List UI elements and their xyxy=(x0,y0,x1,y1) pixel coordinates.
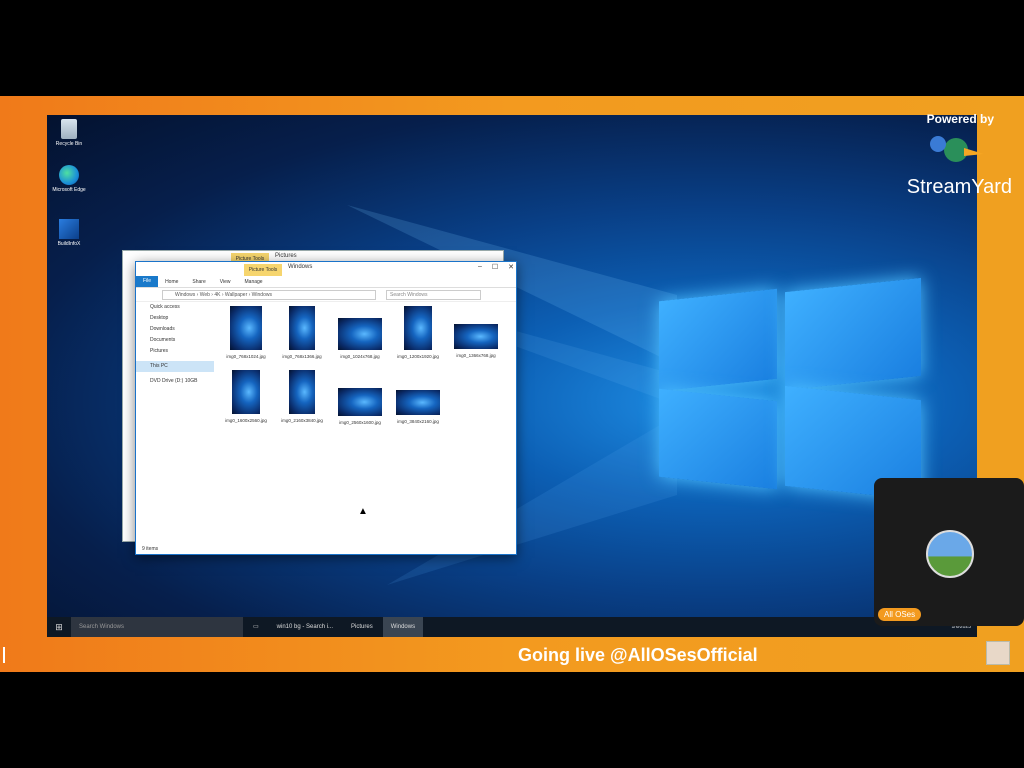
taskbar-search[interactable]: Search Windows xyxy=(71,617,243,637)
streamyard-brand: StreamYard xyxy=(906,176,1012,198)
file-name: img0_768x1366.jpg xyxy=(282,354,322,359)
file-item[interactable]: img0_768x1366.jpg xyxy=(276,306,328,360)
picture-tools-tab[interactable]: Picture Tools xyxy=(244,264,282,276)
tab-file[interactable]: File xyxy=(136,276,159,287)
file-name: img0_3840x2160.jpg xyxy=(397,419,439,424)
avatar xyxy=(986,641,1010,665)
edge-icon xyxy=(59,165,79,185)
start-button[interactable]: ⊞ xyxy=(47,622,71,633)
file-name: img0_2160x3840.jpg xyxy=(281,418,323,423)
file-item[interactable]: img0_1366x768.jpg xyxy=(450,324,502,359)
nav-item-desktop[interactable]: Desktop xyxy=(136,313,214,324)
file-name: img0_768x1024.jpg xyxy=(226,354,266,359)
desktop-icon-app[interactable]: BuildInfoX xyxy=(51,219,87,247)
streamyard-duck-logo xyxy=(930,136,984,162)
task-view-icon: ▭ xyxy=(253,624,259,630)
file-item[interactable]: img0_768x1024.jpg xyxy=(220,306,272,360)
desktop-icon-label: Microsoft Edge xyxy=(52,187,86,193)
windows-start-icon: ⊞ xyxy=(55,621,63,632)
desktop-icon-recycle-bin[interactable]: Recycle Bin xyxy=(51,119,87,147)
file-list: img0_768x1024.jpg img0_768x1366.jpg img0… xyxy=(220,306,512,536)
explorer-window-windows[interactable]: Picture Tools Windows – ☐ ✕ File Home Sh… xyxy=(135,261,517,555)
search-input[interactable]: Search Windows xyxy=(386,289,481,300)
tab-home[interactable]: Home xyxy=(158,279,185,285)
file-item[interactable]: img0_1600x2560.jpg xyxy=(220,370,272,424)
stream-banner: Going live @AllOSesOfficial xyxy=(0,639,1024,672)
minimize-icon[interactable]: – xyxy=(478,263,482,271)
navigation-pane: Quick access Desktop Downloads Documents… xyxy=(136,302,214,542)
file-name: img0_1200x1920.jpg xyxy=(397,354,439,359)
file-item[interactable]: img0_1024x768.jpg xyxy=(334,318,386,360)
file-name: img0_1600x2560.jpg xyxy=(225,418,267,423)
desktop: Recycle Bin Microsoft Edge BuildInfoX Pi… xyxy=(47,115,977,637)
file-item[interactable]: img0_2160x3840.jpg xyxy=(276,370,328,424)
nav-item-documents[interactable]: Documents xyxy=(136,335,214,346)
taskbar: ⊞ Search Windows ▭ win10 bg - Search i..… xyxy=(47,617,977,637)
taskbar-item-windows[interactable]: Windows xyxy=(382,617,424,637)
file-item[interactable]: img0_2560x1600.jpg xyxy=(334,388,386,426)
window-title: Pictures xyxy=(275,253,297,259)
tab-share[interactable]: Share xyxy=(185,279,212,285)
desktop-icon-label: BuildInfoX xyxy=(57,241,81,247)
participant-name: All OSes xyxy=(878,608,922,621)
file-name: img0_1024x768.jpg xyxy=(340,354,380,359)
camera-tile[interactable]: All OSes xyxy=(874,478,1024,626)
taskbar-item-pictures[interactable]: Pictures xyxy=(343,617,381,637)
status-bar: 9 items xyxy=(142,546,159,552)
banner-text: Going live @AllOSesOfficial xyxy=(518,645,758,665)
nav-item-downloads[interactable]: Downloads xyxy=(136,324,214,335)
ribbon-tabs: File Home Share View Manage xyxy=(136,276,516,288)
nav-item-dvd-drive[interactable]: DVD Drive (D:) 10GB xyxy=(136,376,214,387)
file-item[interactable]: img0_3840x2160.jpg xyxy=(392,390,444,425)
nav-item-quick-access[interactable]: Quick access xyxy=(136,302,214,313)
desktop-icon-edge[interactable]: Microsoft Edge xyxy=(51,165,87,193)
app-icon xyxy=(59,219,79,239)
file-name: img0_1366x768.jpg xyxy=(456,353,496,358)
tab-manage[interactable]: Manage xyxy=(238,279,270,285)
stream-frame: Recycle Bin Microsoft Edge BuildInfoX Pi… xyxy=(0,96,1024,672)
powered-by-label: Powered by xyxy=(926,112,994,126)
file-name: img0_2560x1600.jpg xyxy=(339,420,381,425)
taskbar-item-edge[interactable]: win10 bg - Search i... xyxy=(269,617,341,637)
address-bar[interactable]: Windows › Web › 4K › Wallpaper › Windows xyxy=(162,289,376,300)
mouse-cursor: ▲ xyxy=(358,506,368,517)
nav-item-this-pc[interactable]: This PC xyxy=(136,361,214,372)
close-icon[interactable]: ✕ xyxy=(508,263,514,271)
task-view-button[interactable]: ▭ xyxy=(245,617,267,637)
maximize-icon[interactable]: ☐ xyxy=(492,263,498,271)
banner-accent xyxy=(3,647,5,663)
address-bar-row: Windows › Web › 4K › Wallpaper › Windows… xyxy=(136,288,516,302)
nav-item-pictures[interactable]: Pictures xyxy=(136,346,214,357)
window-title: Windows xyxy=(288,264,313,270)
recycle-bin-icon xyxy=(61,119,77,139)
desktop-icon-label: Recycle Bin xyxy=(55,141,83,147)
file-item[interactable]: img0_1200x1920.jpg xyxy=(392,306,444,360)
windows-logo-wallpaper xyxy=(659,277,921,501)
avatar xyxy=(926,530,974,578)
tab-view[interactable]: View xyxy=(213,279,238,285)
